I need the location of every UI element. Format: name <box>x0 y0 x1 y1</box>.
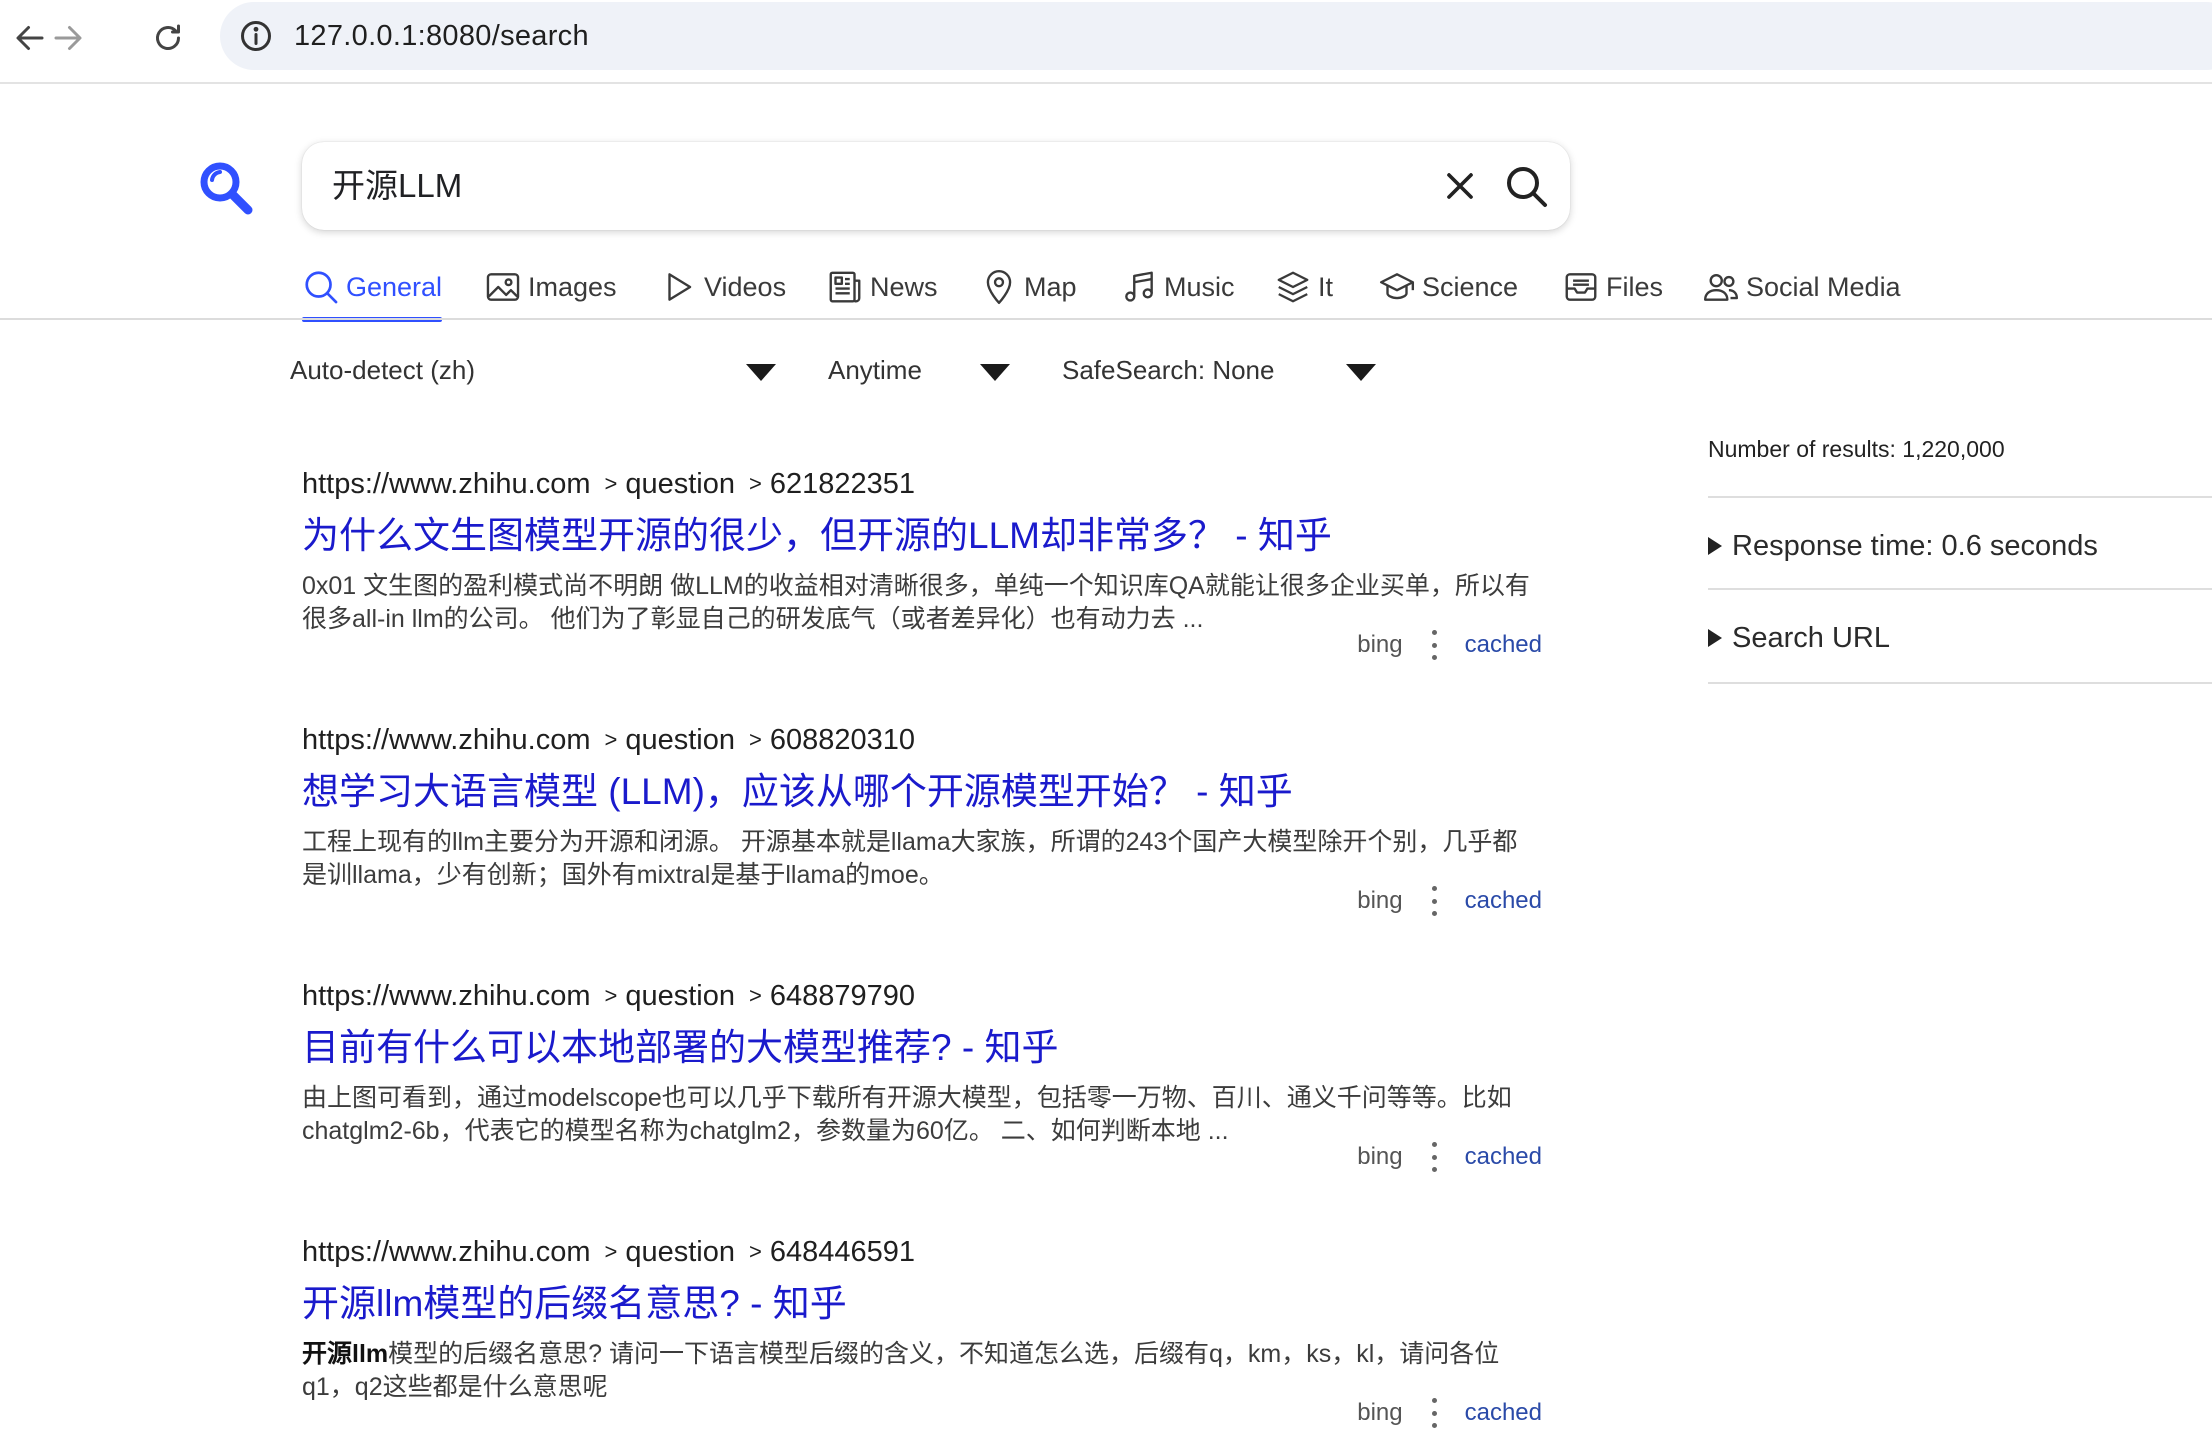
info-icon[interactable] <box>238 18 274 54</box>
safesearch-dropdown-icon[interactable] <box>1346 364 1376 381</box>
search-submit-button[interactable] <box>1502 162 1550 210</box>
result-url[interactable]: https://www.zhihu.com > question >648879790 <box>302 976 1542 1016</box>
result-item: https://www.zhihu.com > question >648446591… <box>302 1232 1542 1428</box>
layers-icon <box>1277 271 1309 303</box>
result-engine: bing <box>1357 631 1403 658</box>
tab-science[interactable]: Science <box>1378 258 1518 316</box>
result-url[interactable]: https://www.zhihu.com > question >648446591 <box>302 1232 1542 1272</box>
cached-link[interactable]: cached <box>1465 628 1542 662</box>
image-icon <box>486 273 520 301</box>
time-range-select[interactable]: Anytime <box>828 348 922 392</box>
result-engine: bing <box>1357 887 1403 914</box>
result-snippet: 开源llm模型的后缀名意思? 请问一下语言模型后缀的含义，不知道怎么选，后缀有q… <box>302 1340 1500 1401</box>
search-input[interactable] <box>332 142 1332 230</box>
language-select[interactable]: Auto-detect (zh) <box>290 348 475 392</box>
result-title-link[interactable]: 想学习大语言模型 (LLM)，应该从哪个开源模型开始？ - 知乎 <box>302 768 1542 816</box>
sidebar-divider <box>1708 496 2212 498</box>
sidebar-divider <box>1708 682 2212 684</box>
results-count: Number of results: 1,220,000 <box>1708 436 2005 462</box>
result-item: https://www.zhihu.com > question >648879790… <box>302 976 1542 1172</box>
searxng-logo-icon[interactable] <box>198 160 254 216</box>
url-text[interactable]: 127.0.0.1:8080/search <box>294 2 589 70</box>
cached-link[interactable]: cached <box>1465 884 1542 918</box>
result-meta: bing cached <box>1357 1396 1542 1430</box>
result-title-link[interactable]: 目前有什么可以本地部署的大模型推荐? - 知乎 <box>302 1024 1542 1072</box>
more-options-icon[interactable] <box>1431 886 1439 916</box>
tab-general[interactable]: General <box>302 258 443 322</box>
result-snippet: 工程上现有的llm主要分为开源和闭源。 开源基本就是llama大家族，所谓的24… <box>302 828 1518 889</box>
sidebar-divider <box>1708 588 2212 590</box>
result-snippet: 0x01 文生图的盈利模式尚不明朗 做LLM的收益相对清晰很多，单纯一个知识库Q… <box>302 572 1530 633</box>
search-icon <box>305 271 338 304</box>
browser-toolbar: 127.0.0.1:8080/search <box>0 0 2212 84</box>
expand-triangle-icon <box>1708 537 1722 555</box>
tab-images[interactable]: Images <box>484 258 617 316</box>
tab-news[interactable]: News <box>826 258 938 316</box>
tab-it[interactable]: It <box>1274 258 1333 316</box>
more-options-icon[interactable] <box>1431 630 1439 660</box>
result-meta: bing cached <box>1357 884 1542 918</box>
result-item: https://www.zhihu.com > question >608820310… <box>302 720 1542 916</box>
result-snippet: 由上图可看到，通过modelscope也可以几乎下载所有开源大模型，包括零一万物… <box>302 1084 1512 1145</box>
search-box <box>302 142 1570 230</box>
tab-videos[interactable]: Videos <box>660 258 786 316</box>
music-note-icon <box>1125 271 1153 302</box>
result-title-link[interactable]: 开源llm模型的后缀名意思? - 知乎 <box>302 1280 1542 1328</box>
language-dropdown-icon[interactable] <box>746 364 776 381</box>
safesearch-select[interactable]: SafeSearch: None <box>1062 348 1274 392</box>
tab-files[interactable]: Files <box>1562 258 1663 316</box>
map-pin-icon <box>986 270 1012 305</box>
result-url[interactable]: https://www.zhihu.com > question >608820310 <box>302 720 1542 760</box>
result-meta: bing cached <box>1357 628 1542 662</box>
tab-map[interactable]: Map <box>980 258 1077 316</box>
reload-button[interactable] <box>138 8 198 68</box>
tabs-divider <box>0 318 2212 320</box>
play-icon <box>668 273 692 301</box>
result-meta: bing cached <box>1357 1140 1542 1174</box>
arrow-right-icon <box>54 26 82 50</box>
reload-icon <box>156 24 180 50</box>
people-icon <box>1703 273 1739 301</box>
clear-search-button[interactable] <box>1438 164 1482 208</box>
expand-triangle-icon <box>1708 629 1722 647</box>
tab-social-media[interactable]: Social Media <box>1702 258 1901 316</box>
response-time-toggle[interactable]: Response time: 0.6 seconds <box>1708 526 2098 566</box>
result-engine: bing <box>1357 1143 1403 1170</box>
more-options-icon[interactable] <box>1431 1142 1439 1172</box>
forward-button[interactable] <box>38 8 98 68</box>
more-options-icon[interactable] <box>1431 1398 1439 1428</box>
time-range-dropdown-icon[interactable] <box>980 364 1010 381</box>
search-url-toggle[interactable]: Search URL <box>1708 618 1890 658</box>
result-title-link[interactable]: 为什么文生图模型开源的很少，但开源的LLM却非常多？ - 知乎 <box>302 512 1542 560</box>
newspaper-icon <box>829 271 861 303</box>
graduation-cap-icon <box>1379 273 1415 300</box>
cached-link[interactable]: cached <box>1465 1140 1542 1174</box>
result-item: https://www.zhihu.com > question >621822351… <box>302 464 1542 660</box>
inbox-icon <box>1565 273 1597 301</box>
cached-link[interactable]: cached <box>1465 1396 1542 1430</box>
result-engine: bing <box>1357 1399 1403 1426</box>
address-bar[interactable]: 127.0.0.1:8080/search <box>220 2 2212 70</box>
result-url[interactable]: https://www.zhihu.com > question >621822351 <box>302 464 1542 504</box>
tab-music[interactable]: Music <box>1120 258 1235 316</box>
